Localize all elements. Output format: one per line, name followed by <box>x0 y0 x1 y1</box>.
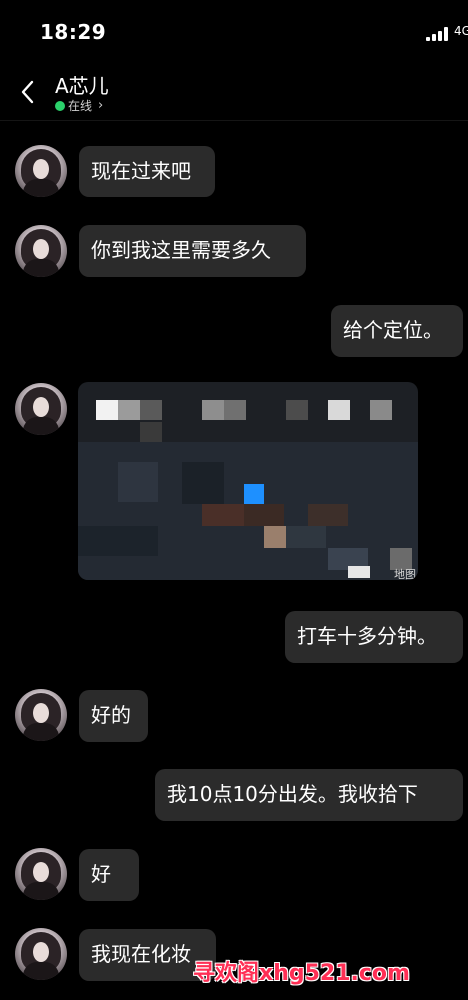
message-bubble-incoming[interactable]: 现在过来吧 <box>79 146 215 197</box>
online-dot-icon <box>55 100 65 111</box>
message-bubble-incoming[interactable]: 好的 <box>79 690 148 742</box>
message-bubble-outgoing[interactable]: 打车十多分钟。 <box>285 611 463 663</box>
message-text: 好 <box>91 862 111 886</box>
contact-avatar[interactable] <box>15 689 67 741</box>
presence-status[interactable]: 在线 › <box>55 97 103 114</box>
message-text: 我现在化妆 <box>91 942 191 966</box>
contact-avatar[interactable] <box>15 383 67 435</box>
network-type: 4G <box>454 24 468 38</box>
message-text: 我10点10分出发。我收拾下 <box>167 782 418 806</box>
presence-label: 在线 <box>68 99 93 113</box>
message-bubble-incoming[interactable]: 好 <box>79 849 139 901</box>
contact-avatar[interactable] <box>15 848 67 900</box>
contact-avatar[interactable] <box>15 225 67 277</box>
message-bubble-incoming[interactable]: 你到我这里需要多久 <box>79 225 306 277</box>
message-text: 打车十多分钟。 <box>297 624 437 648</box>
message-bubble-outgoing[interactable]: 我10点10分出发。我收拾下 <box>155 769 463 821</box>
chat-header: A芯儿 在线 › <box>0 62 468 121</box>
status-bar: 18:29 4G <box>0 0 468 62</box>
chevron-right-icon: › <box>98 98 104 113</box>
message-text: 你到我这里需要多久 <box>91 238 271 262</box>
contact-name[interactable]: A芯儿 <box>55 70 109 99</box>
message-text: 好的 <box>91 703 131 727</box>
contact-avatar[interactable] <box>15 145 67 197</box>
message-bubble-outgoing[interactable]: 给个定位。 <box>331 305 463 357</box>
message-text: 现在过来吧 <box>91 159 191 183</box>
message-text: 给个定位。 <box>343 318 443 342</box>
map-label: 地图 <box>394 568 416 580</box>
contact-avatar[interactable] <box>15 928 67 980</box>
chevron-left-icon <box>21 80 34 104</box>
status-time: 18:29 <box>40 20 107 44</box>
location-map-card[interactable]: 地图 <box>78 382 418 580</box>
signal-icon <box>426 27 448 41</box>
watermark-text: 寻欢阁xhg521.com <box>193 961 410 986</box>
back-button[interactable] <box>14 77 44 107</box>
